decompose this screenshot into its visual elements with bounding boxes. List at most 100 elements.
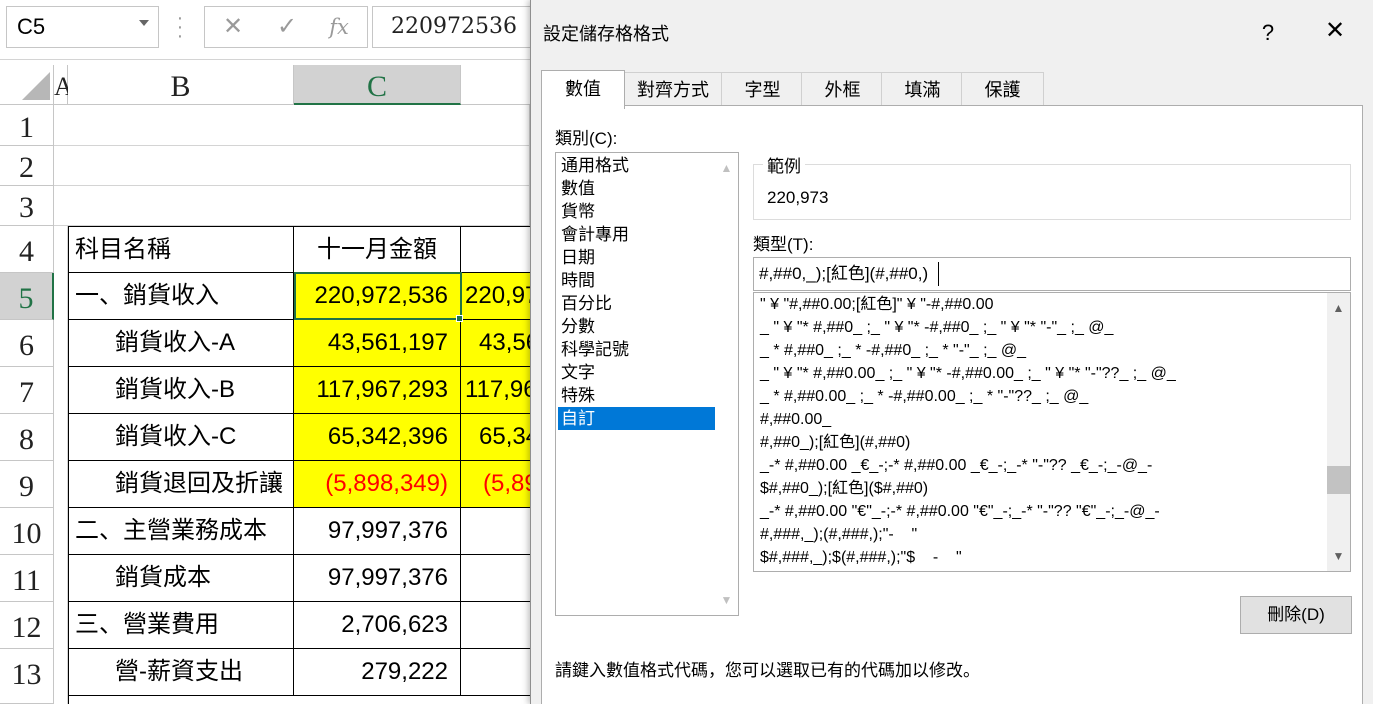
cell-account[interactable]: 三、營業費用: [68, 602, 294, 649]
format-code-item[interactable]: " ¥ "#,##0.00;[紅色]" ¥ "-#,##0.00: [760, 293, 994, 316]
row-header[interactable]: 3: [0, 186, 54, 226]
cell-amount-next[interactable]: 43,56: [461, 320, 541, 367]
cell-amount-next[interactable]: 117,96: [461, 367, 541, 414]
format-code-item[interactable]: $#,###,_);$(#,###,);"$ - ": [760, 546, 962, 569]
cell-amount-next[interactable]: [461, 555, 541, 602]
cell-amount-negative[interactable]: (5,898,349): [294, 461, 461, 508]
drag-handle-icon[interactable]: · · ·: [176, 8, 184, 46]
row-header[interactable]: 13: [0, 649, 54, 704]
tab-border[interactable]: 外框: [801, 72, 884, 107]
help-icon[interactable]: ?: [1253, 20, 1283, 46]
category-item[interactable]: 時間: [558, 269, 715, 292]
row-header[interactable]: 7: [0, 367, 54, 414]
cell-account[interactable]: 銷貨退回及折讓: [68, 461, 294, 508]
cell-account[interactable]: 二、主營業務成本: [68, 508, 294, 555]
cell-amount[interactable]: 117,967,293: [294, 367, 461, 414]
column-header-b[interactable]: B: [68, 65, 294, 105]
cell-amount[interactable]: 97,997,376: [294, 508, 461, 555]
format-code-item[interactable]: _ " ¥ "* #,##0.00_ ;_ " ¥ "* -#,##0.00_ …: [760, 362, 1176, 385]
format-code-list[interactable]: " ¥ "#,##0.00;[紅色]" ¥ "-#,##0.00 _ " ¥ "…: [753, 292, 1351, 572]
format-code-input[interactable]: #,##0,_);[紅色](#,##0,): [753, 257, 1351, 291]
format-code-item[interactable]: $#,##0_);[紅色]($#,##0): [760, 477, 928, 500]
cell-amount-next[interactable]: (5,89: [461, 461, 541, 508]
row-header-selected[interactable]: 5: [0, 273, 54, 320]
scroll-up-icon[interactable]: ▲: [715, 157, 738, 179]
format-list-scrollbar[interactable]: ▲ ▼: [1327, 293, 1350, 571]
cell-amount-next[interactable]: [461, 602, 541, 649]
name-box[interactable]: C5: [6, 6, 159, 48]
category-item-selected[interactable]: 自訂: [558, 407, 715, 430]
category-item[interactable]: 通用格式: [558, 154, 715, 177]
row-header[interactable]: 2: [0, 146, 54, 186]
format-code-item[interactable]: _ " ¥ "* #,##0_ ;_ " ¥ "* -#,##0_ ;_ " ¥…: [760, 316, 1113, 339]
column-header-c[interactable]: C: [294, 65, 461, 105]
cell-account[interactable]: 銷貨收入-C: [68, 414, 294, 461]
tab-alignment[interactable]: 對齊方式: [622, 72, 724, 107]
cell-amount-next[interactable]: [461, 508, 541, 555]
cell-account[interactable]: 營-薪資支出: [68, 649, 294, 696]
format-code-item[interactable]: #,###,_);(#,###,);"- ": [760, 523, 917, 546]
format-code-item[interactable]: #,##0_);[紅色](#,##0): [760, 431, 910, 454]
cell-header-next[interactable]: [461, 226, 541, 273]
category-item[interactable]: 數值: [558, 177, 715, 200]
scroll-up-icon[interactable]: ▲: [1327, 297, 1350, 319]
check-icon[interactable]: ✓: [267, 7, 307, 47]
cell-header-account[interactable]: 科目名稱: [68, 226, 294, 273]
cell-amount[interactable]: 2,706,623: [294, 602, 461, 649]
tab-number[interactable]: 數值: [541, 70, 625, 109]
category-item[interactable]: 貨幣: [558, 200, 715, 223]
category-item[interactable]: 特殊: [558, 384, 715, 407]
tab-font[interactable]: 字型: [721, 72, 804, 107]
cell-account[interactable]: 銷貨成本: [68, 555, 294, 602]
tab-protection[interactable]: 保護: [961, 72, 1044, 107]
category-scrollbar[interactable]: ▲ ▼: [715, 153, 738, 615]
cell-column-a[interactable]: [54, 226, 68, 704]
row-header[interactable]: 11: [0, 555, 54, 602]
function-icon[interactable]: fx: [319, 7, 359, 47]
format-code-item[interactable]: _-* #,##0.00 _€_-;-* #,##0.00 _€_-;_-* "…: [760, 454, 1152, 477]
cell-empty[interactable]: [54, 146, 530, 186]
category-item[interactable]: 百分比: [558, 292, 715, 315]
scroll-down-icon[interactable]: ▼: [1327, 545, 1350, 567]
format-code-item[interactable]: #,##0.00_: [760, 408, 831, 431]
cell-amount-next[interactable]: 65,34: [461, 414, 541, 461]
cell-amount[interactable]: 279,222: [294, 649, 461, 696]
category-list[interactable]: 通用格式 數值 貨幣 會計專用 日期 時間 百分比 分數 科學記號 文字 特殊 …: [555, 152, 739, 616]
row-header[interactable]: 1: [0, 105, 54, 146]
row-header[interactable]: 12: [0, 602, 54, 649]
cell-amount[interactable]: 43,561,197: [294, 320, 461, 367]
category-item[interactable]: 會計專用: [558, 223, 715, 246]
cell-amount-next[interactable]: [461, 649, 541, 696]
scroll-thumb[interactable]: [1327, 466, 1350, 494]
cell-amount[interactable]: 65,342,396: [294, 414, 461, 461]
category-item[interactable]: 文字: [558, 361, 715, 384]
category-item[interactable]: 分數: [558, 315, 715, 338]
cell-account[interactable]: 一、銷貨收入: [68, 273, 294, 320]
row-header[interactable]: 4: [0, 226, 54, 273]
tab-fill[interactable]: 填滿: [881, 72, 964, 107]
cell-amount-next[interactable]: 220,97: [461, 273, 541, 320]
row-header[interactable]: 8: [0, 414, 54, 461]
column-header-a[interactable]: A: [54, 65, 73, 105]
column-header-d[interactable]: [461, 65, 541, 105]
format-code-item[interactable]: _-* #,##0.00 "€"_-;-* #,##0.00 "€"_-;_-*…: [760, 500, 1160, 523]
format-code-item[interactable]: _ * #,##0.00_ ;_ * -#,##0.00_ ;_ * "-"??…: [760, 385, 1088, 408]
category-item[interactable]: 科學記號: [558, 338, 715, 361]
cell-empty[interactable]: [54, 105, 530, 146]
row-header[interactable]: 6: [0, 320, 54, 367]
scroll-down-icon[interactable]: ▼: [715, 589, 738, 611]
cell-empty[interactable]: [54, 186, 530, 226]
fill-handle[interactable]: [456, 315, 463, 322]
category-item[interactable]: 日期: [558, 246, 715, 269]
cell-amount[interactable]: 97,997,376: [294, 555, 461, 602]
row-header[interactable]: 9: [0, 461, 54, 508]
row-header[interactable]: 10: [0, 508, 54, 555]
cell-header-november[interactable]: 十一月金額: [294, 226, 461, 273]
cell-account[interactable]: 銷貨收入-B: [68, 367, 294, 414]
format-code-item[interactable]: _ * #,##0_ ;_ * -#,##0_ ;_ * "-"_ ;_ @_: [760, 339, 1026, 362]
chevron-down-icon[interactable]: [139, 20, 149, 26]
close-icon[interactable]: ✕: [1319, 16, 1351, 45]
cell-account[interactable]: 銷貨收入-A: [68, 320, 294, 367]
cancel-icon[interactable]: ✕: [213, 7, 253, 47]
delete-button[interactable]: 刪除(D): [1240, 596, 1352, 634]
